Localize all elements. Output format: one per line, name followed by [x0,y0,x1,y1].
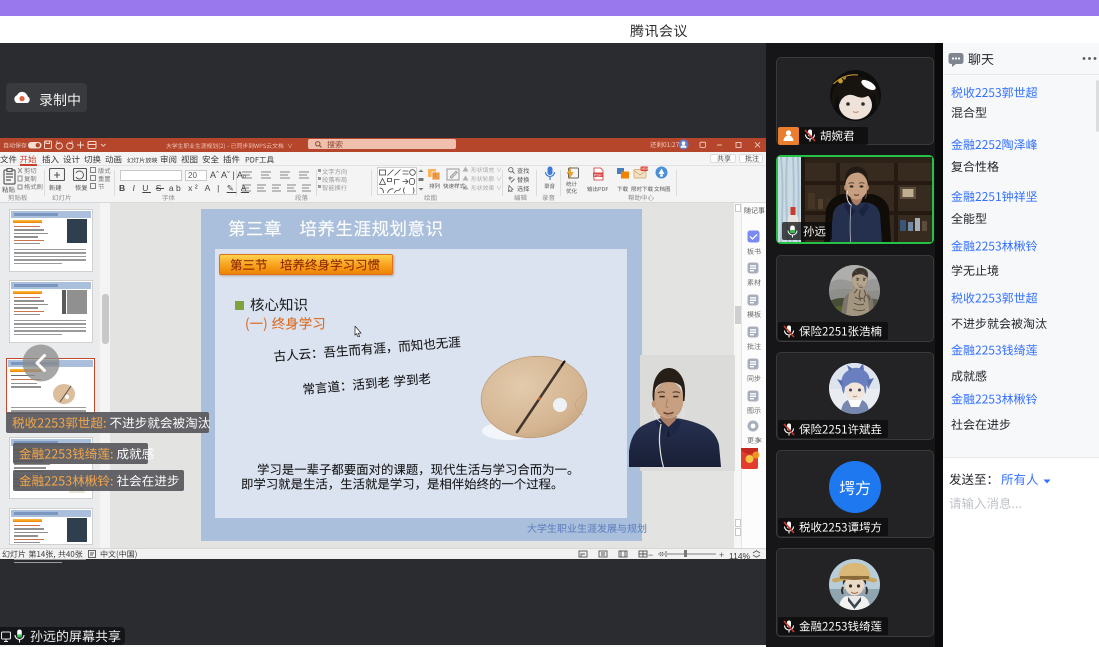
svg-text:NEW: NEW [641,167,648,171]
svg-text:PDF: PDF [594,172,603,177]
